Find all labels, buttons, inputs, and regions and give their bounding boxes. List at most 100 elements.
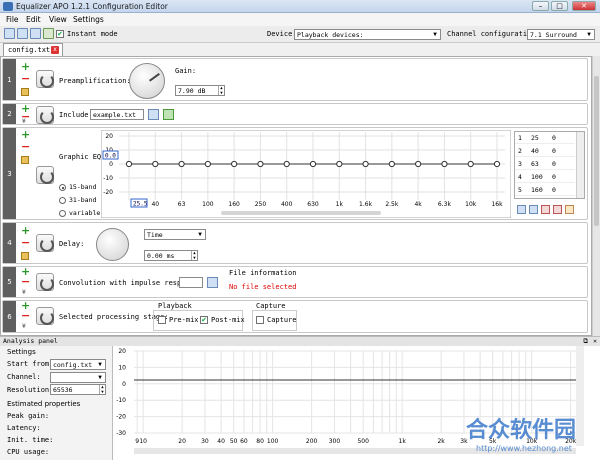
menu-edit[interactable]: Edit [26,15,41,24]
edit-filter-icon[interactable] [21,252,29,260]
eq-points[interactable] [125,160,501,168]
gain-spinner[interactable]: ▲ ▼ [218,85,224,95]
radio-variable[interactable] [59,210,66,217]
open-impulse-icon[interactable] [207,277,218,288]
channel-select[interactable]: ▼ [50,372,106,383]
remove-filter-icon[interactable]: − [21,73,30,84]
edit-filter-icon[interactable] [21,88,29,96]
menu-file[interactable]: File [6,15,19,24]
reset-eq-icon[interactable] [553,205,562,214]
band-row[interactable]: 2 40 0 [515,145,575,157]
delay-input[interactable]: 0.00 ms ▲ ▼ [144,250,198,261]
delay-spinner[interactable]: ▲ ▼ [191,250,197,260]
power-toggle-icon[interactable] [36,166,54,184]
power-toggle-icon[interactable] [36,106,54,124]
delay-unit-select[interactable]: Time ▼ [144,229,206,240]
band-row[interactable]: 5 160 0 [515,184,575,196]
eq-band-point[interactable] [125,160,133,168]
band-gain[interactable]: 0 [552,186,556,194]
start-from-select[interactable]: config.txt ▼ [50,359,106,370]
resolution-spinner[interactable]: ▲ ▼ [99,384,105,394]
resolution-input[interactable]: 65536 ▲ ▼ [50,384,106,395]
eq-band-point[interactable] [362,160,369,168]
scrollbar-thumb[interactable] [594,76,599,226]
edit-include-icon[interactable] [163,109,174,120]
edit-filter-icon[interactable] [21,156,29,164]
power-toggle-icon[interactable] [36,234,54,252]
add-filter-icon[interactable]: + [21,129,30,140]
eq-band-point[interactable] [283,160,290,168]
remove-filter-icon[interactable]: − [21,237,30,248]
radio-31-band[interactable] [59,197,66,204]
expand-icon[interactable]: ¥ [22,323,26,330]
analysis-x-tick-label: 20 [178,438,186,445]
add-filter-icon[interactable]: + [21,61,30,72]
remove-filter-icon[interactable]: − [21,276,30,287]
tab-config[interactable]: config.txt x [3,43,63,56]
invert-eq-icon[interactable] [541,205,550,214]
eq-band-point[interactable] [231,160,238,168]
new-file-icon[interactable] [4,28,15,39]
device-select[interactable]: Playback devices: ▼ [294,29,441,40]
pre-mix-checkbox[interactable] [158,316,166,324]
post-mix-checkbox[interactable]: ✔ [200,316,208,324]
close-panel-icon[interactable]: × [593,337,597,346]
radio-15-band[interactable] [59,184,66,191]
minimize-button[interactable]: – [532,1,549,11]
preamp-knob[interactable] [129,63,165,99]
open-file-icon[interactable] [17,28,28,39]
band-gain[interactable]: 0 [552,160,556,168]
graphic-eq-chart[interactable]: 20100-10-20 40631001602504006301k1.6k2.5… [101,130,511,218]
eq-band-point[interactable] [441,160,448,168]
normalize-eq-icon[interactable] [565,205,574,214]
band-gain[interactable]: 0 [552,147,556,155]
menu-view[interactable]: View [49,15,67,24]
include-file-input[interactable]: example.txt [90,109,144,120]
power-toggle-icon[interactable] [36,70,54,88]
remove-filter-icon[interactable]: − [21,141,30,152]
eq-band-point[interactable] [336,160,343,168]
band-table-scrollbar[interactable] [576,132,584,198]
expand-icon[interactable]: ¥ [22,289,26,296]
band-row[interactable]: 4 100 0 [515,171,575,183]
band-gain[interactable]: 0 [552,173,556,181]
remove-filter-icon[interactable]: − [21,310,30,321]
load-eq-icon[interactable] [517,205,526,214]
eq-band-point[interactable] [204,160,211,168]
channel-config-select[interactable]: 7.1 Surround ▼ [527,29,595,40]
menu-settings[interactable]: Settings [73,15,104,24]
open-folder-icon[interactable] [148,109,159,120]
save-as-icon[interactable] [43,28,54,39]
eq-band-point[interactable] [309,160,317,168]
eq-band-point[interactable] [178,160,185,168]
capture-checkbox[interactable] [256,316,264,324]
eq-horizontal-scrollbar[interactable] [221,211,381,215]
power-toggle-icon[interactable] [36,273,54,291]
delay-knob[interactable] [96,228,129,261]
eq-band-point[interactable] [415,160,422,168]
save-eq-icon[interactable] [529,205,538,214]
maximize-button[interactable]: □ [551,1,568,11]
eq-band-point[interactable] [152,160,159,168]
undock-icon[interactable]: ⧉ [583,337,588,346]
save-file-icon[interactable] [30,28,41,39]
gain-input[interactable]: 7.90 dB ▲ ▼ [175,85,225,96]
power-toggle-icon[interactable] [36,307,54,325]
band-gain[interactable]: 0 [552,134,556,142]
add-filter-icon[interactable]: + [21,225,30,236]
tab-close-icon[interactable]: x [51,46,59,54]
eq-band-point[interactable] [257,160,264,168]
instant-mode-checkbox[interactable]: ✔ [56,30,64,38]
eq-band-point[interactable] [493,160,501,168]
expand-icon[interactable]: ¥ [22,118,26,125]
close-button[interactable]: ✕ [572,1,596,11]
impulse-file-input[interactable] [179,277,203,288]
band-row[interactable]: 3 63 0 [515,158,575,170]
main-scrollbar[interactable] [592,56,600,336]
eq-band-point[interactable] [388,160,395,168]
eq-band-point[interactable] [467,160,474,168]
band-row[interactable]: 1 25 0 [515,132,575,144]
device-label: Device: [267,30,297,38]
band-table[interactable]: 1 25 0 2 40 0 3 63 0 4 100 0 5 160 0 [514,131,585,199]
analysis-vertical-scrollbar[interactable] [576,346,584,446]
